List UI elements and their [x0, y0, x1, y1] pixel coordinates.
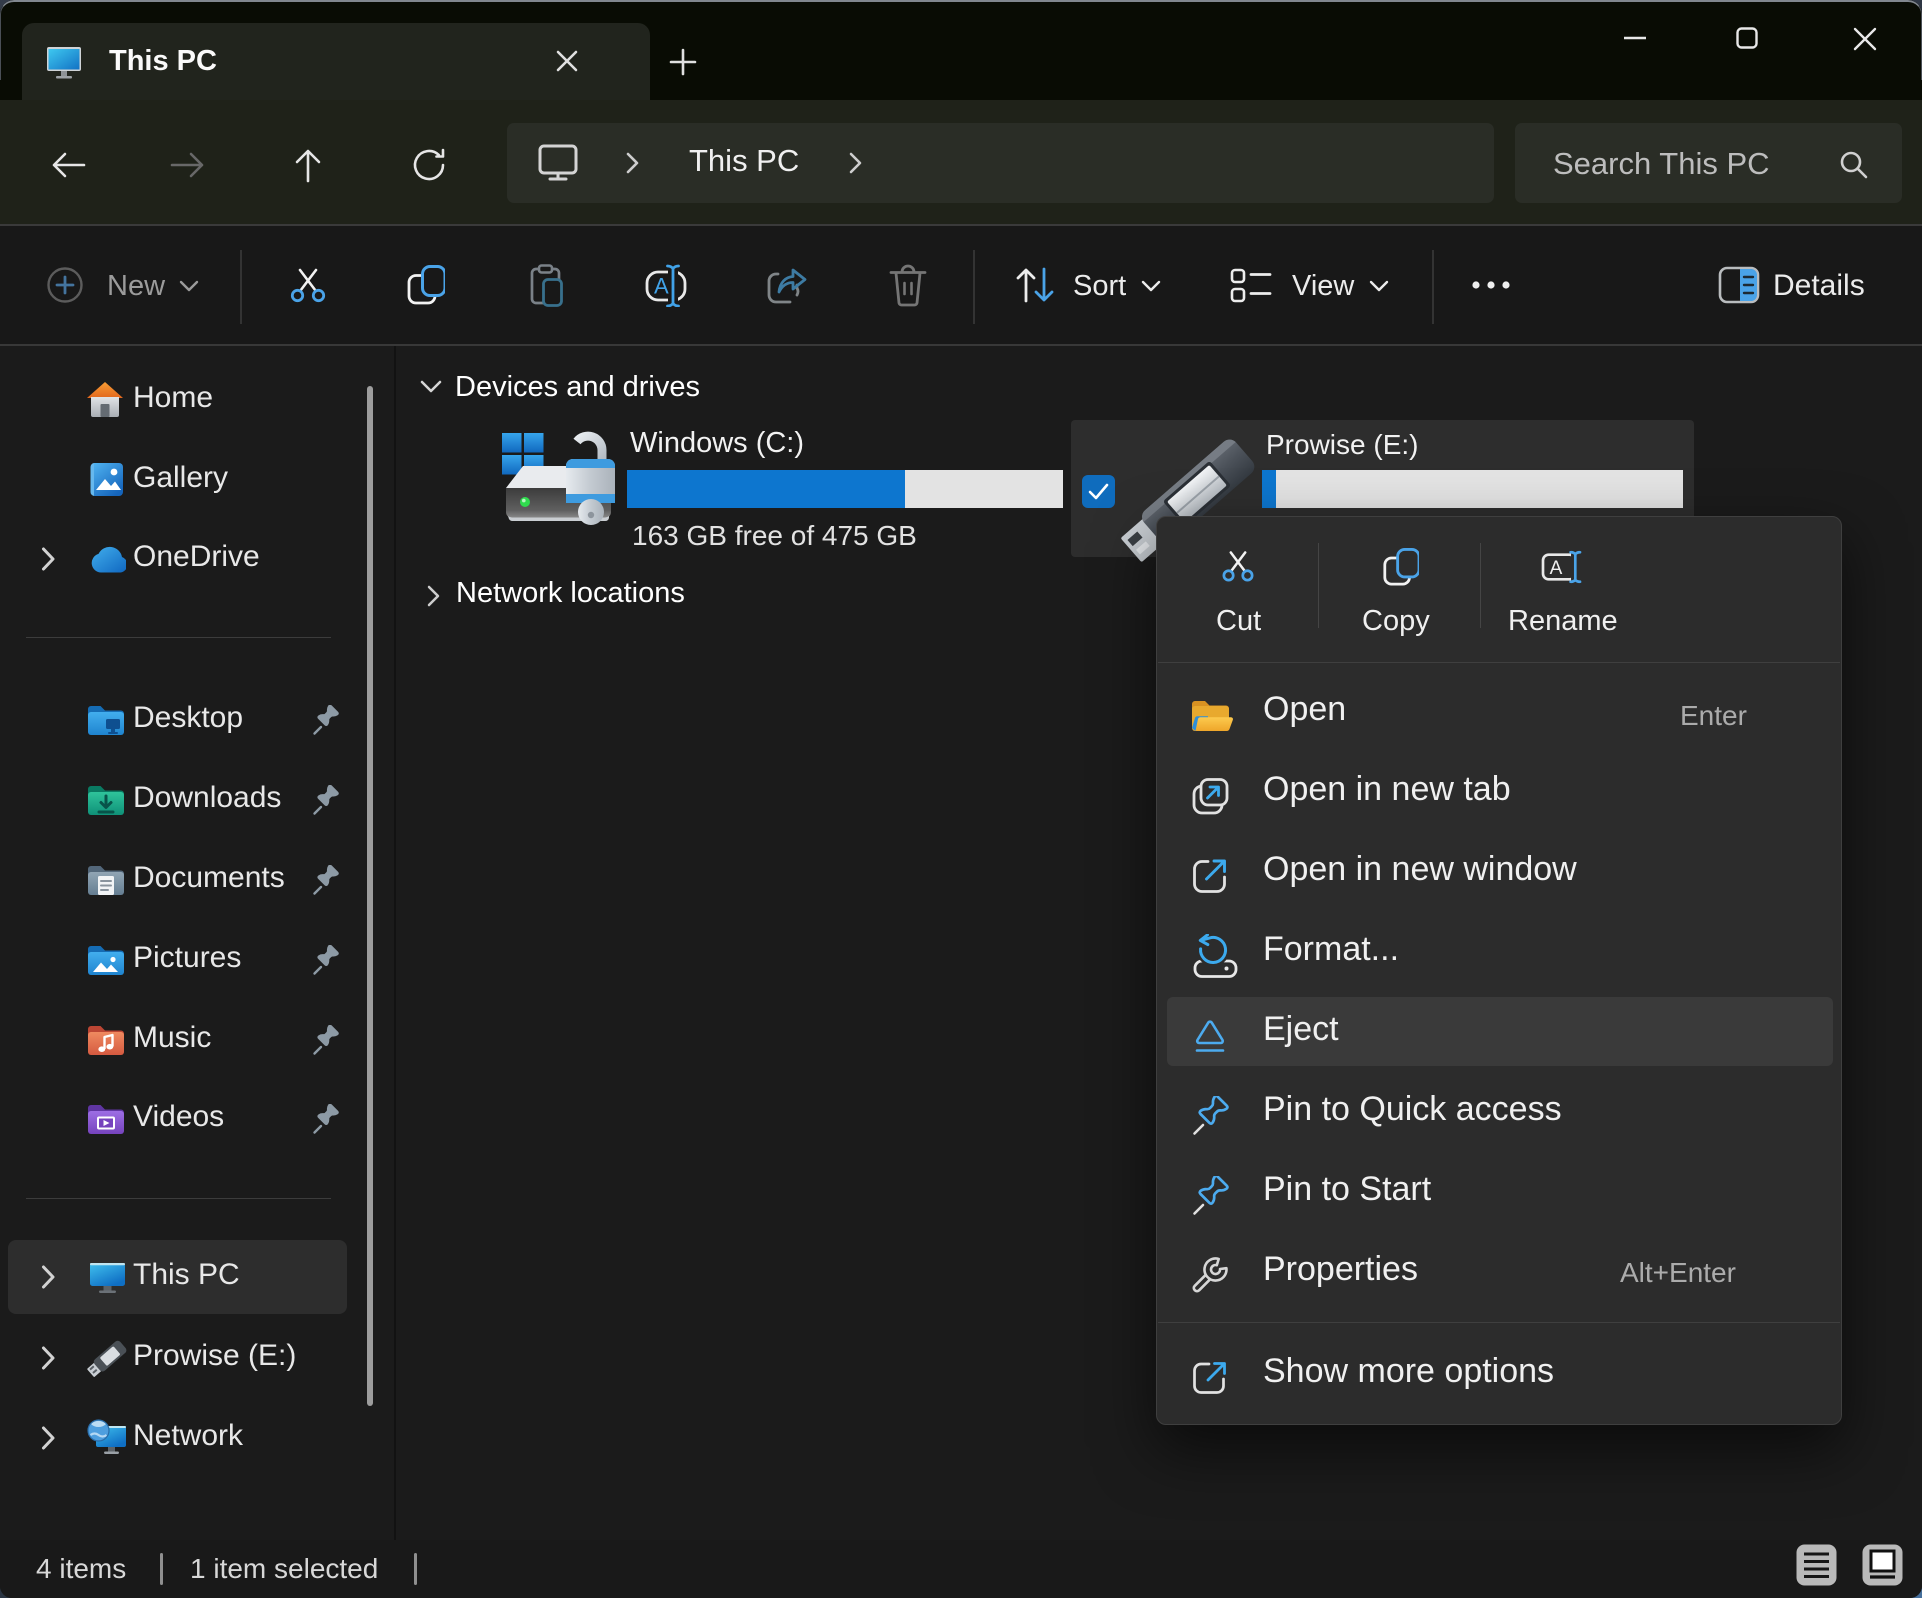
svg-text:A: A: [654, 274, 669, 299]
svg-text:A: A: [1550, 558, 1563, 579]
